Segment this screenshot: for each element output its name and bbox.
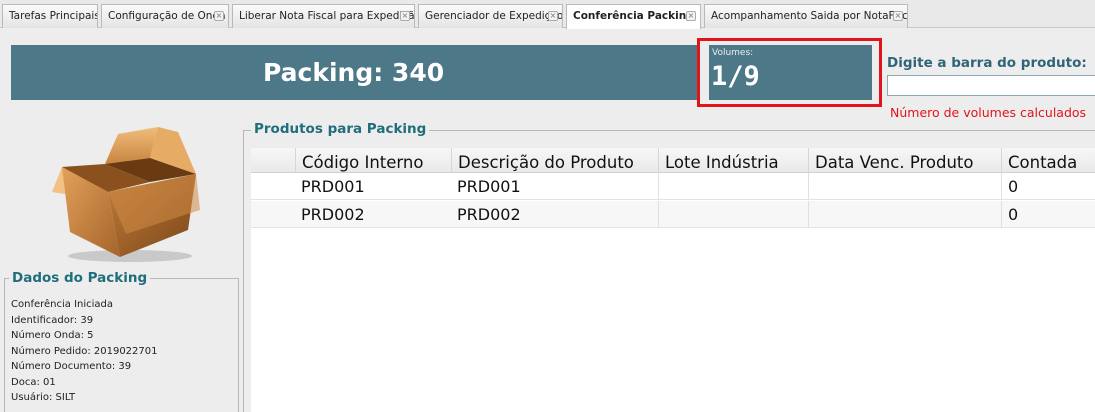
cell-data-venc xyxy=(808,173,1001,200)
dados-status: Conferência Iniciada xyxy=(11,299,114,310)
row-number-cell xyxy=(251,173,295,200)
dados-identificador: Identificador: 39 xyxy=(11,314,94,326)
close-icon[interactable]: × xyxy=(214,11,224,21)
dados-legend: Dados do Packing xyxy=(9,270,151,286)
page-title: Packing: 340 xyxy=(263,58,445,87)
tab-label: Liberar Nota Fiscal para Expedição xyxy=(239,10,415,22)
table-row[interactable]: PRD001 PRD001 0 xyxy=(251,173,1095,200)
close-icon[interactable]: × xyxy=(893,11,903,21)
tab-label: Acompanhamento Saida por NotaFiscal xyxy=(711,10,908,22)
cell-codigo: PRD002 xyxy=(301,205,365,224)
cell-descricao: PRD001 xyxy=(457,177,521,196)
row-number-cell xyxy=(251,201,295,228)
produtos-table: Código Interno Descrição do Produto Lote… xyxy=(251,148,1095,412)
volumes-note: Número de volumes calculados xyxy=(890,105,1087,120)
row-number-header xyxy=(251,148,295,173)
tab-bar: Tarefas Principais Configuração de Onda … xyxy=(0,0,1095,29)
produtos-legend: Produtos para Packing xyxy=(251,121,430,137)
cell-data-venc xyxy=(808,201,1001,228)
dados-numero-pedido: Número Pedido: 2019022701 xyxy=(11,345,158,357)
tab-gerenciador-de-expedicao[interactable]: Gerenciador de Expedição × xyxy=(418,4,563,28)
dados-list: Conferência Iniciada Identificador: 39 N… xyxy=(11,297,158,406)
tab-label: Configuração de Onda xyxy=(108,10,226,22)
dados-usuario: Usuário: SILT xyxy=(11,392,76,403)
table-row[interactable]: PRD002 PRD002 0 xyxy=(251,201,1095,228)
column-header-codigo[interactable]: Código Interno xyxy=(295,148,451,173)
tab-liberar-nota-fiscal[interactable]: Liberar Nota Fiscal para Expedição × xyxy=(232,4,415,28)
cell-codigo: PRD001 xyxy=(301,177,365,196)
tab-label: Tarefas Principais xyxy=(9,10,98,22)
cell-lote xyxy=(658,173,808,200)
column-header-lote[interactable]: Lote Indústria xyxy=(658,148,808,173)
close-icon[interactable]: × xyxy=(400,11,410,21)
dados-numero-documento: Número Documento: 39 xyxy=(11,361,132,372)
column-header-contada[interactable]: Contada xyxy=(1001,148,1095,173)
cell-contada: 0 xyxy=(1001,201,1095,228)
tab-tarefas-principais[interactable]: Tarefas Principais xyxy=(2,4,98,28)
volumes-label: Volumes: xyxy=(712,48,754,58)
barcode-input[interactable] xyxy=(887,75,1095,96)
packing-header: Packing: 340 xyxy=(11,45,697,100)
tab-configuracao-de-onda[interactable]: Configuração de Onda × xyxy=(101,4,229,28)
column-header-descricao[interactable]: Descrição do Produto xyxy=(451,148,658,173)
close-icon[interactable]: × xyxy=(548,11,558,21)
dados-numero-onda: Número Onda: 5 xyxy=(11,330,94,341)
cell-descricao: PRD002 xyxy=(457,205,521,224)
volumes-value: 1/9 xyxy=(711,61,760,92)
cell-contada: 0 xyxy=(1001,173,1095,200)
close-icon[interactable]: × xyxy=(686,11,696,21)
barcode-label: Digite a barra do produto: xyxy=(887,55,1087,71)
dados-doca: Doca: 01 xyxy=(11,376,56,388)
tab-label: Conferência Packing xyxy=(573,10,694,22)
cell-lote xyxy=(658,201,808,228)
volumes-counter: Volumes: 1/9 xyxy=(709,45,872,100)
tab-acompanhamento-saida[interactable]: Acompanhamento Saida por NotaFiscal × xyxy=(704,4,908,28)
column-header-data-venc[interactable]: Data Venc. Produto xyxy=(808,148,1001,173)
table-header: Código Interno Descrição do Produto Lote… xyxy=(251,148,1095,173)
tab-label: Gerenciador de Expedição xyxy=(425,10,563,22)
tab-conferencia-packing[interactable]: Conferência Packing × xyxy=(566,4,701,29)
cardboard-box-icon xyxy=(52,127,200,262)
